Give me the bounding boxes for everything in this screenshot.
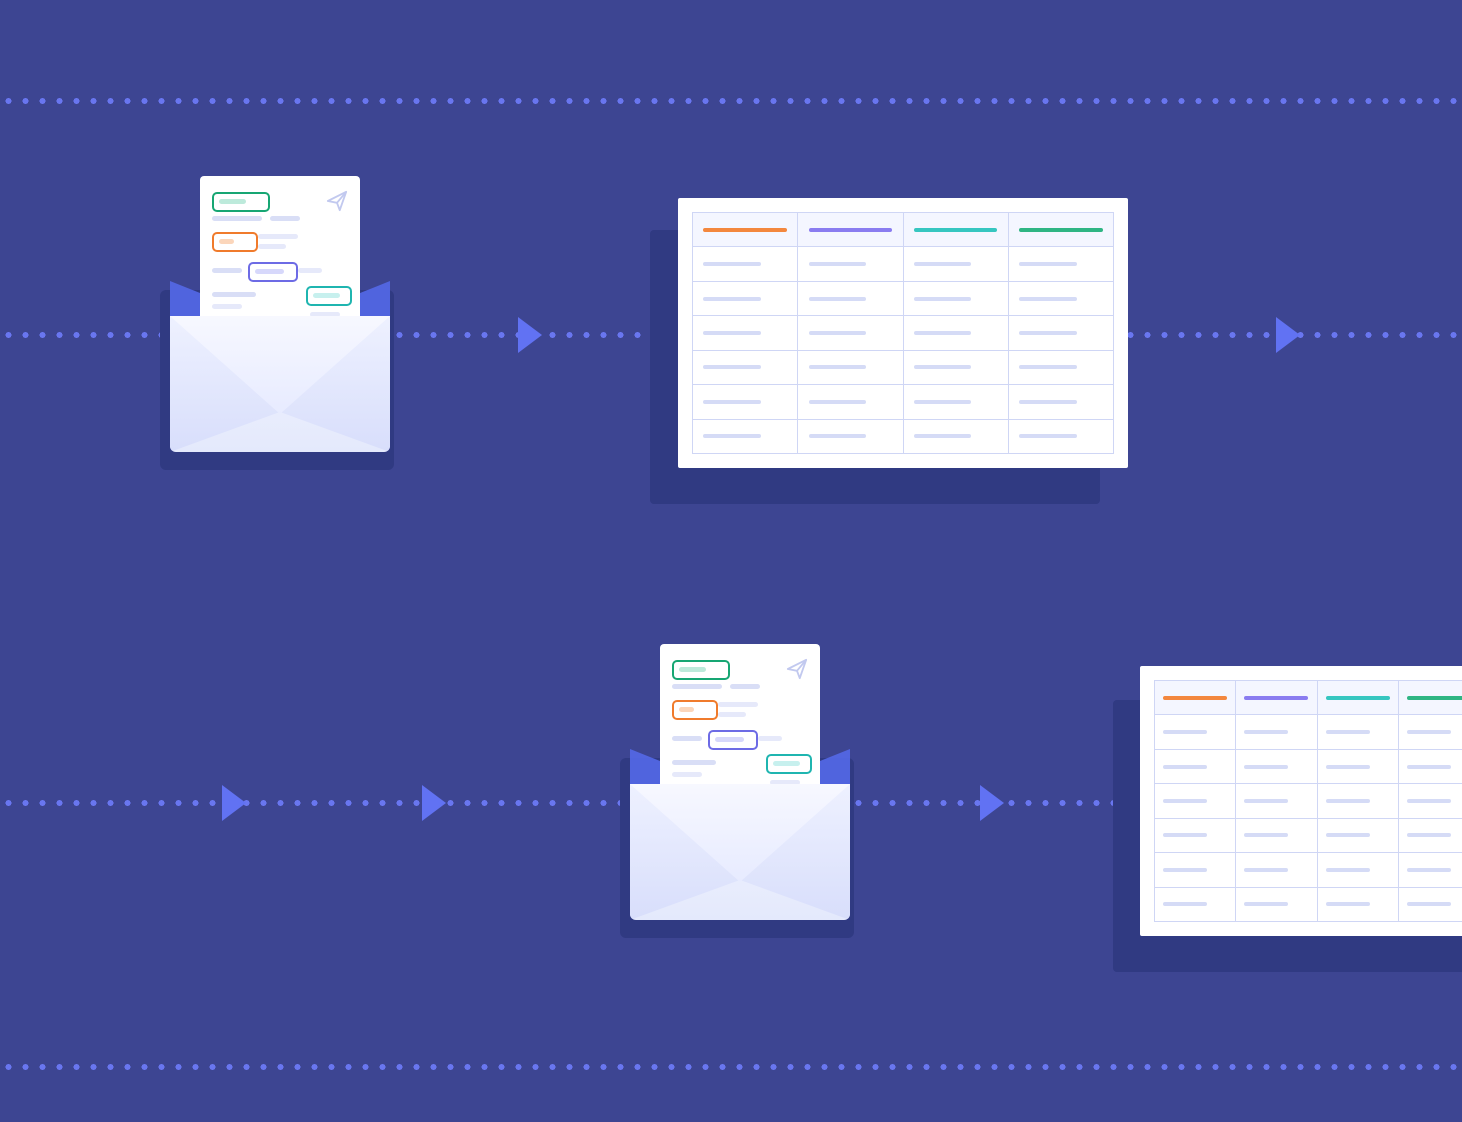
dotted-line (0, 98, 1462, 104)
flow-arrow-icon (980, 785, 1004, 821)
email-envelope-icon (170, 176, 390, 456)
flow-arrow-icon (422, 785, 446, 821)
flow-arrow-icon (1276, 317, 1300, 353)
workflow-diagram (0, 0, 1462, 1122)
flow-arrow-icon (222, 785, 246, 821)
dotted-line (0, 1064, 1462, 1070)
spreadsheet-icon (678, 198, 1128, 468)
paper-plane-icon (326, 190, 348, 212)
spreadsheet-icon (1140, 666, 1462, 936)
email-envelope-icon (630, 644, 850, 924)
flow-arrow-icon (518, 317, 542, 353)
paper-plane-icon (786, 658, 808, 680)
